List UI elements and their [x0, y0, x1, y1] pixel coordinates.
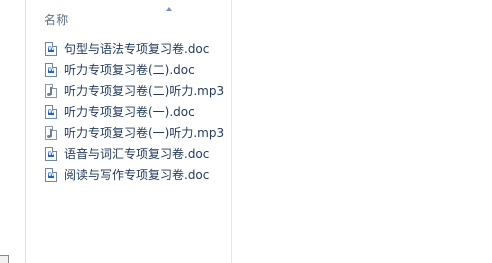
file-name: 听力专项复习卷(二)听力.mp3	[64, 83, 225, 98]
file-name: 句型与语法专项复习卷.doc	[64, 41, 210, 56]
file-row[interactable]: 阅读与写作专项复习卷.doc	[45, 164, 224, 185]
file-row[interactable]: 听力专项复习卷(二)听力.mp3	[45, 80, 224, 101]
scroll-arrow-icon[interactable]	[0, 255, 9, 263]
file-explorer-window: 名称 句型与语法专项复习卷.doc 听力专项复习卷(二).doc 听力专项复习卷…	[0, 0, 492, 263]
file-row[interactable]: 句型与语法专项复习卷.doc	[45, 38, 224, 59]
file-row[interactable]: 语音与词汇专项复习卷.doc	[45, 143, 224, 164]
file-name: 语音与词汇专项复习卷.doc	[64, 146, 210, 161]
name-column-header[interactable]: 名称	[44, 11, 68, 28]
file-name: 听力专项复习卷(二).doc	[64, 62, 195, 77]
sort-ascending-icon[interactable]	[166, 7, 172, 11]
file-row[interactable]: 听力专项复习卷(二).doc	[45, 59, 224, 80]
audio-file-icon	[45, 125, 57, 140]
word-document-icon	[45, 62, 57, 77]
name-column-label: 名称	[44, 13, 69, 27]
file-row[interactable]: 听力专项复习卷(一).doc	[45, 101, 224, 122]
navigation-pane-edge	[0, 0, 26, 263]
file-list: 句型与语法专项复习卷.doc 听力专项复习卷(二).doc 听力专项复习卷(二)…	[45, 38, 224, 185]
column-separator	[231, 0, 232, 263]
file-row[interactable]: 听力专项复习卷(一)听力.mp3	[45, 122, 224, 143]
word-document-icon	[45, 146, 57, 161]
file-name: 听力专项复习卷(一).doc	[64, 104, 195, 119]
file-name: 阅读与写作专项复习卷.doc	[64, 167, 210, 182]
file-name: 听力专项复习卷(一)听力.mp3	[64, 125, 225, 140]
word-document-icon	[45, 167, 57, 182]
word-document-icon	[45, 41, 57, 56]
word-document-icon	[45, 104, 57, 119]
audio-file-icon	[45, 83, 57, 98]
